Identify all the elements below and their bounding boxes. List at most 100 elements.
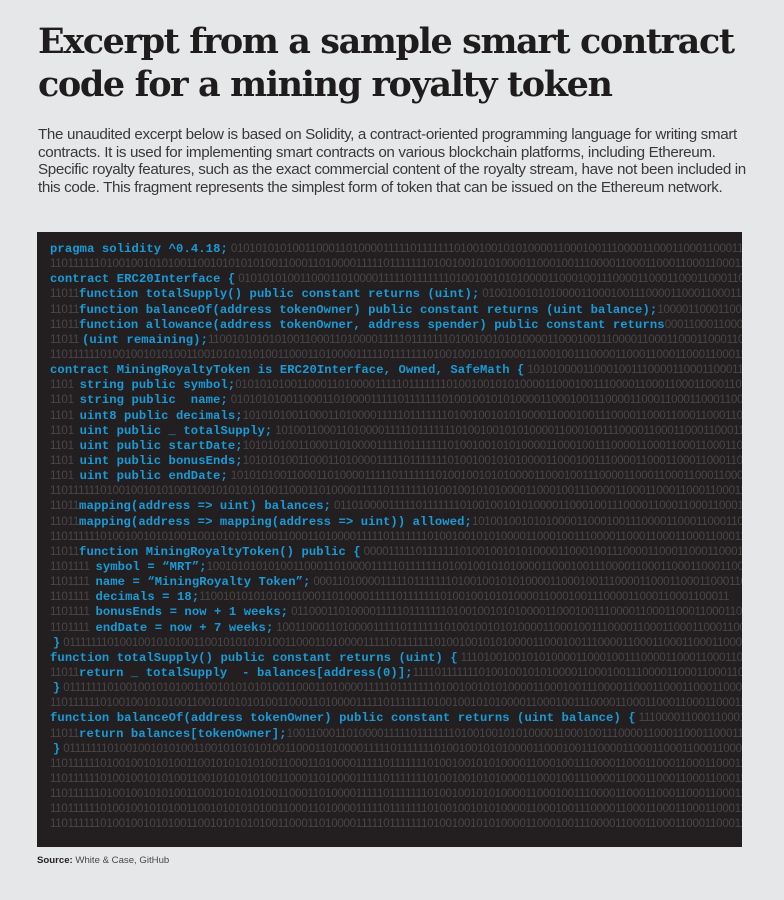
code-text: endDate = now + 7 weeks;: [95, 620, 274, 635]
binary-filler: 11011: [50, 302, 80, 316]
binary-filler: 1101: [50, 408, 80, 422]
code-text: mapping(address => uint) balances;: [79, 499, 332, 514]
binary-filler: 1101: [50, 453, 80, 467]
binary-filler: 1101111110100100101010011001010101010011…: [50, 347, 742, 361]
binary-filler: 1010010010101000011000100111000011000110…: [471, 514, 742, 528]
binary-filler: 1101111110100100101010011001010101010011…: [50, 756, 742, 770]
binary-filler: 1101111110100100101010011001010101010011…: [50, 771, 742, 785]
code-line: 11011mapping(address => mapping(address …: [50, 514, 742, 529]
binary-filler: 11011: [50, 287, 80, 301]
binary-filler: 1101111110100100101010011001010101010011…: [50, 484, 742, 498]
code-line: pragma solidity ^0.4.18; 010101010100110…: [50, 241, 742, 256]
code-line: 1101111110100100101010011001010101010011…: [50, 786, 742, 801]
code-line: 1101 uint public _ totalSupply; 10100110…: [50, 423, 742, 438]
code-line: 1101 string public name; 010101010011000…: [50, 392, 742, 407]
binary-filler: 1100101010101001100011010000111110111111…: [208, 332, 742, 346]
binary-filler: 11011: [50, 726, 80, 740]
code-line: 1101 uint8 public decimals;1010101001100…: [50, 408, 742, 423]
code-text: (uint remaining);: [81, 332, 208, 347]
code-line: 11011 (uint remaining);11001010101010011…: [50, 332, 742, 347]
code-text: decimals = 18;: [95, 590, 200, 605]
binary-filler: 1110100100101010000110001001110000110001…: [460, 650, 742, 664]
code-text: string public symbol;: [79, 378, 236, 393]
code-text: function allowance(address tokenOwner, a…: [79, 317, 665, 332]
code-line: 11011function MiningRoyaltyToken() publi…: [50, 544, 742, 559]
binary-filler: 1010101001100011010000111110111111101001…: [242, 438, 742, 452]
code-text: contract MiningRoyaltyToken is ERC20Inte…: [50, 363, 525, 378]
code-line: 1101111110100100101010011001010101010011…: [50, 256, 742, 271]
code-text: pragma solidity ^0.4.18;: [50, 242, 228, 256]
page-title: Excerpt from a sample smart contract cod…: [38, 21, 735, 105]
code-text: contract ERC20Interface {: [50, 272, 236, 287]
code-line: 11011function balanceOf(address tokenOwn…: [50, 302, 742, 317]
code-text: uint public endDate;: [79, 469, 228, 484]
binary-filler: 11011: [50, 499, 80, 513]
binary-filler: 1001010101010011000110100001111101111111…: [206, 559, 742, 573]
binary-filler: 0110100001111101111111010010010101000011…: [331, 499, 742, 513]
code-line: 1101111110100100101010011001010101010011…: [50, 695, 742, 710]
binary-filler: 0111111101001001010100110010101010100110…: [60, 741, 742, 755]
code-line: function totalSupply() public constant r…: [50, 650, 742, 665]
code-text: return balances[tokenOwner];: [79, 726, 287, 741]
code-line: 1101111110100100101010011001010101010011…: [50, 347, 742, 362]
binary-filler: 10000110001100011000110001: [657, 302, 742, 316]
code-text: uint public bonusEnds;: [79, 453, 243, 468]
code-text: return _ totalSupply - balances[address(…: [79, 665, 413, 680]
intro-paragraph: The unaudited excerpt below is based on …: [38, 126, 746, 196]
source-label: Source:: [37, 855, 73, 866]
binary-filler: 1101111110100100101010011001010101010011…: [50, 696, 742, 710]
binary-filler: 1101: [50, 423, 80, 437]
code-line: 1101111110100100101010011001010101010011…: [50, 771, 742, 786]
binary-filler: 0100100101010000110001001110000110001100…: [482, 287, 742, 301]
binary-filler: 11011: [50, 544, 80, 558]
code-line: 1101111110100100101010011001010101010011…: [50, 529, 742, 544]
binary-filler: 1110000110001100011: [635, 711, 742, 725]
code-text: function balanceOf(address tokenOwner) p…: [50, 711, 636, 726]
code-panel: pragma solidity ^0.4.18; 010101010100110…: [37, 232, 742, 847]
binary-filler: 0000111110111111101001001010100001100010…: [360, 544, 742, 558]
code-line: 1101 uint public bonusEnds;1010101001100…: [50, 453, 742, 468]
binary-filler: 1010100001100010011100001100011000110001…: [527, 363, 742, 377]
binary-filler: 1101111: [50, 575, 96, 589]
binary-filler: 0001101000011111011111110100100101010000…: [310, 575, 742, 589]
code-text: function balanceOf(address tokenOwner) p…: [79, 302, 658, 317]
code-line: 1101111 decimals = 18;110010101010100110…: [50, 589, 742, 604]
code-line: 1101111110100100101010011001010101010011…: [50, 483, 742, 498]
code-text: mapping(address => mapping(address => ui…: [79, 514, 472, 529]
binary-filler: 0101010100110001101000011111011111110100…: [227, 393, 742, 407]
binary-filler: 1101: [50, 438, 80, 452]
binary-filler: 1101: [50, 469, 80, 483]
code-line: 11011function totalSupply() public const…: [50, 286, 742, 301]
code-line: function balanceOf(address tokenOwner) p…: [50, 710, 742, 725]
code-line: 1101111 name = “MiningRoyalty Token”; 00…: [50, 574, 742, 589]
code-line: 1101111110100100101010011001010101010011…: [50, 801, 742, 816]
binary-filler: 0101010101001100011010000111110111111101…: [227, 242, 742, 255]
code-line: contract MiningRoyaltyToken is ERC20Inte…: [50, 362, 742, 377]
source-text: White & Case, GitHub: [72, 855, 170, 866]
code-text: uint public startDate;: [79, 438, 243, 453]
binary-filler: 11011: [50, 665, 80, 679]
binary-filler: 1001100011010000111110111111101001001010…: [286, 726, 742, 740]
binary-filler: 11011: [50, 317, 80, 331]
code-line: 11011function allowance(address tokenOwn…: [50, 317, 742, 332]
code-line: } 01111111010010010101001100101010101001…: [50, 680, 742, 695]
code-text: name = “MiningRoyalty Token”;: [95, 575, 311, 590]
binary-filler: 0101010100110001101000011111011111110100…: [235, 272, 742, 286]
code-text: string public name;: [79, 393, 228, 408]
code-line: 1101 uint public endDate; 10101010011000…: [50, 468, 742, 483]
code-text: bonusEnds = now + 1 weeks;: [95, 605, 289, 620]
binary-filler: 1010011000110100001111101111111010010010…: [272, 423, 742, 437]
code-line: 1101111 symbol = “MRT”;10010101010100110…: [50, 559, 742, 574]
code-line: } 01111111010010010101001100101010101001…: [50, 635, 742, 650]
binary-filler: 1001100011010000111110111111101001001010…: [273, 620, 742, 634]
binary-filler: 1101111110100100101010011001010101010011…: [50, 529, 742, 543]
binary-filler: 1101111110100100101010011001010101010011…: [50, 787, 742, 801]
code-line: 1101111 endDate = now + 7 weeks; 1001100…: [50, 620, 742, 635]
source-note: Source: White & Case, GitHub: [37, 855, 169, 866]
code-listing: pragma solidity ^0.4.18; 010101010100110…: [50, 241, 742, 831]
code-text: function MiningRoyaltyToken() public {: [79, 544, 361, 559]
code-line: contract ERC20Interface { 01010101001100…: [50, 271, 742, 286]
binary-filler: 1101111: [50, 605, 96, 619]
code-line: 11011return balances[tokenOwner];1001100…: [50, 726, 742, 741]
binary-filler: 0101010100110001101000011111011111110100…: [235, 378, 742, 392]
